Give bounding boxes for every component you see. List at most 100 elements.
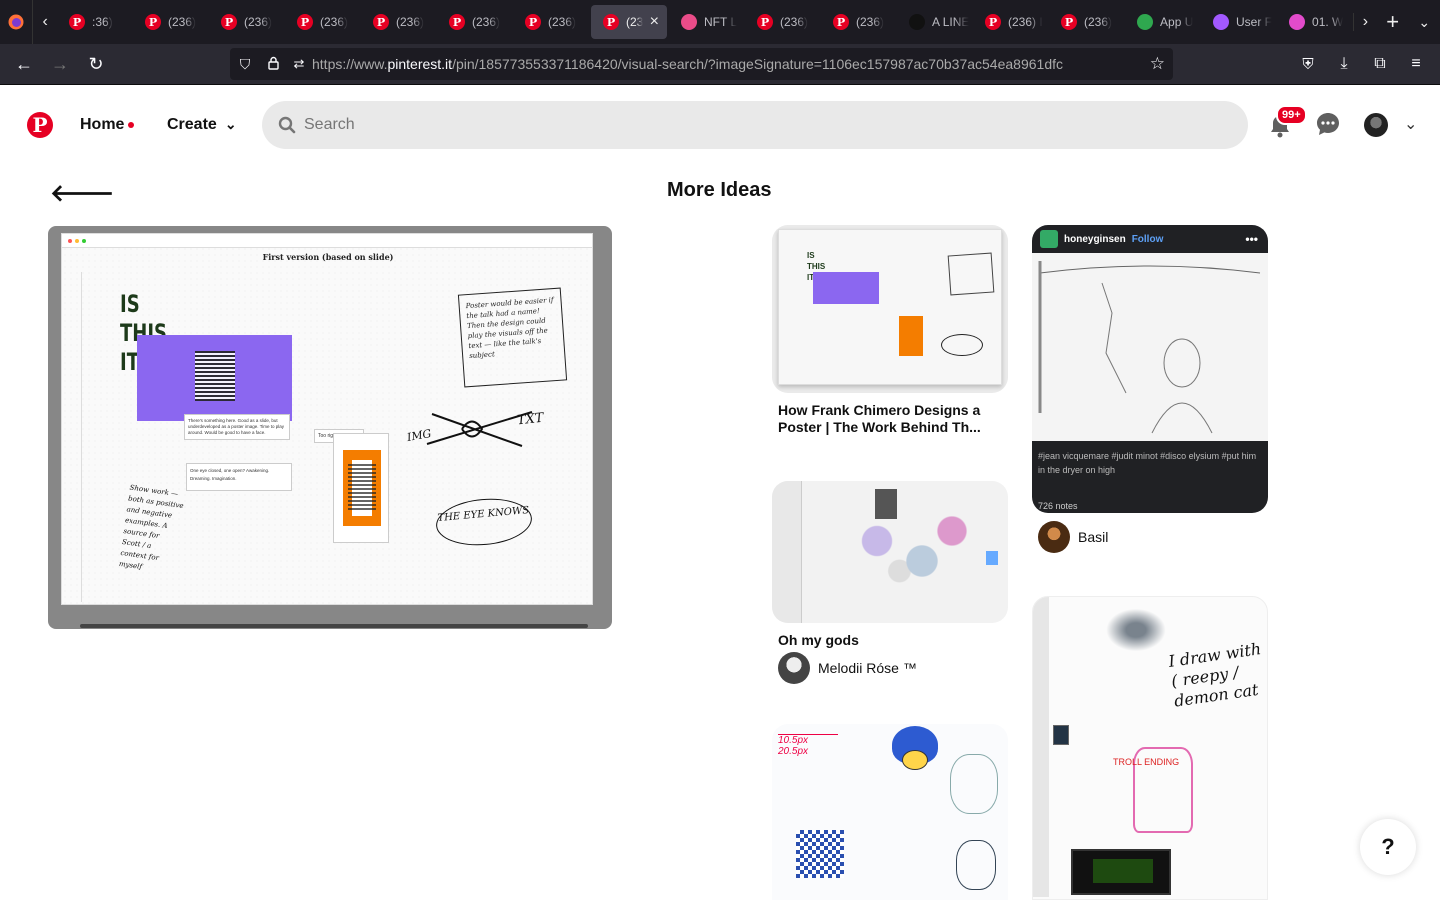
pinterest-favicon-icon: P	[449, 14, 466, 30]
notes-count: 726 notes	[1038, 501, 1078, 511]
image-scrollbar[interactable]	[80, 624, 588, 628]
search-icon	[278, 116, 296, 134]
tumblr-tags: #jean vicquemare #judit minot #disco ely…	[1038, 451, 1257, 475]
app-favicon-icon	[1137, 14, 1154, 30]
tab-title: (23 AUT	[626, 15, 643, 29]
browser-tab[interactable]: P (236)	[745, 0, 821, 44]
tab-title: (236)	[780, 15, 809, 29]
messages-icon[interactable]	[1316, 112, 1340, 141]
qr-code-icon	[796, 830, 844, 878]
pin-card-frank-chimero[interactable]: ISTHISIT?	[772, 225, 1008, 393]
other-favicon-icon	[909, 14, 926, 30]
browser-tab[interactable]: P (236) I	[973, 0, 1049, 44]
tab-title: :36)	[92, 15, 113, 29]
tab-title: (236)	[1084, 15, 1113, 29]
pinterest-favicon-icon: P	[603, 14, 620, 30]
pin-user[interactable]: Basil	[1038, 521, 1108, 553]
back-icon[interactable]: ←	[6, 46, 42, 82]
purple-slide	[137, 335, 292, 421]
crossed-out-scribble-icon	[426, 411, 533, 447]
eye-graphic-icon	[195, 351, 235, 401]
tab-title: (236)	[548, 15, 577, 29]
permissions-icon[interactable]: ⇄	[286, 56, 312, 72]
browser-tab[interactable]: P (236)	[361, 0, 437, 44]
reload-icon[interactable]: ↻	[78, 46, 114, 82]
browser-tab[interactable]: A LINE	[897, 0, 973, 44]
main-pin-image[interactable]: First version (based on slide) IS THIS IT?…	[48, 226, 612, 629]
home-link[interactable]: Home	[80, 116, 135, 134]
browser-tab[interactable]: 01. W	[1277, 0, 1353, 44]
browser-tab[interactable]: P (236)	[133, 0, 209, 44]
create-dropdown[interactable]: Create ⌄	[167, 116, 237, 134]
screenshot-whiteboard: First version (based on slide) IS THIS IT?…	[61, 233, 593, 605]
note-2: One eye closed, one open? Awakening. Dre…	[186, 463, 292, 491]
pin-user[interactable]: Melodii Róse ™	[778, 652, 917, 684]
browser-tab[interactable]: User F	[1201, 0, 1277, 44]
pocket-icon[interactable]: ⛨	[1290, 46, 1326, 82]
pinterest-logo-icon[interactable]: P	[27, 112, 53, 138]
video-thumbnail	[1071, 849, 1171, 895]
bookmark-star-icon[interactable]: ☆	[1150, 54, 1165, 74]
firefox-icon[interactable]	[0, 0, 34, 44]
help-button[interactable]: ?	[1360, 819, 1416, 875]
pin-title[interactable]: Oh my gods	[778, 632, 859, 649]
tab-title: (236)	[396, 15, 425, 29]
pin-card-colorful-sketches[interactable]: 10.5px 20.5px	[772, 724, 1008, 900]
toolbar-strip	[68, 272, 82, 602]
browser-tab[interactable]: P (236)	[821, 0, 897, 44]
browser-tab[interactable]: P (236)	[513, 0, 589, 44]
note-1: There's something here. Good as a slide,…	[184, 414, 290, 440]
browser-tab[interactable]: NFT L	[669, 0, 745, 44]
tab-title: 01. W	[1312, 15, 1344, 29]
search-bar[interactable]: Search	[262, 101, 1248, 149]
whiteboard-titlebar	[62, 234, 592, 248]
profile-avatar[interactable]	[1364, 113, 1388, 137]
pinterest-favicon-icon: P	[525, 14, 542, 30]
menu-icon[interactable]: ≡	[1398, 46, 1434, 82]
list-all-tabs-icon[interactable]: ⌄	[1408, 14, 1440, 31]
browser-tab-bar: ‹ P:36) P (236) P (236) P (236) P (236) P (236) P (2…	[0, 0, 1440, 44]
pinterest-favicon-icon: P	[69, 14, 86, 30]
unread-dot-icon	[128, 121, 135, 128]
url-text[interactable]: https://www.pinterest.it/pin/18577355337…	[312, 56, 1063, 72]
tumblr-header: honeyginsen Follow •••	[1032, 225, 1268, 253]
chevron-down-icon: ⌄	[224, 116, 237, 132]
url-bar[interactable]: ⛉ ⇄ https://www.pinterest.it/pin/1857735…	[230, 48, 1173, 80]
forward-icon[interactable]: →	[42, 46, 78, 82]
search-input[interactable]: Search	[304, 116, 355, 134]
dribbble-favicon-icon	[681, 14, 698, 30]
lock-icon[interactable]	[260, 56, 286, 73]
tab-title: NFT L	[704, 15, 738, 29]
back-arrow-icon[interactable]: 🡐	[50, 178, 114, 208]
more-options-icon: •••	[1245, 232, 1258, 246]
shield-icon[interactable]: ⛉	[230, 56, 260, 73]
browser-tab[interactable]: P (236)	[1049, 0, 1125, 44]
pin-card-demon-cat[interactable]: I draw with ( reepy / demon cat TROLL EN…	[1032, 596, 1268, 900]
pin-card-honeyginsen[interactable]: honeyginsen Follow ••• #jean vicquemare …	[1032, 225, 1268, 513]
drawing-toolbar	[772, 481, 802, 623]
browser-tab[interactable]: P (236)	[285, 0, 361, 44]
pin-title[interactable]: How Frank Chimero Designs a Poster | The…	[778, 402, 1000, 436]
handwriting-left: Show work — both as positive and negativ…	[118, 483, 185, 571]
browser-tab[interactable]: P (23 AUT ×	[591, 5, 668, 39]
new-tab-icon[interactable]: +	[1377, 9, 1409, 35]
doc-title: First version (based on slide)	[262, 252, 394, 262]
tab-title: (236)	[472, 15, 501, 29]
browser-tab[interactable]: App U	[1125, 0, 1201, 44]
tab-scroll-left-icon[interactable]: ‹	[33, 13, 57, 31]
orange-poster	[333, 433, 389, 543]
drawing-text: I draw with ( reepy / demon cat	[1167, 639, 1263, 711]
tab-title: (236)	[168, 15, 197, 29]
downloads-icon[interactable]: ⤓	[1326, 46, 1362, 82]
tab-title: A LINE	[932, 15, 970, 29]
browser-toolbar: ← → ↻ ⛉ ⇄ https://www.pinterest.it/pin/1…	[0, 44, 1440, 85]
account-chevron-down-icon[interactable]: ⌄	[1404, 114, 1417, 134]
tab-scroll-right-icon[interactable]: ›	[1353, 13, 1377, 31]
close-tab-icon[interactable]: ×	[650, 13, 659, 31]
pinterest-favicon-icon: P	[833, 14, 850, 30]
browser-tab[interactable]: P (236)	[209, 0, 285, 44]
pin-card-oh-my-gods[interactable]	[772, 481, 1008, 623]
browser-tab[interactable]: P (236)	[437, 0, 513, 44]
extensions-icon[interactable]: ⧉	[1362, 46, 1398, 82]
browser-tab[interactable]: P :36)	[57, 0, 133, 44]
